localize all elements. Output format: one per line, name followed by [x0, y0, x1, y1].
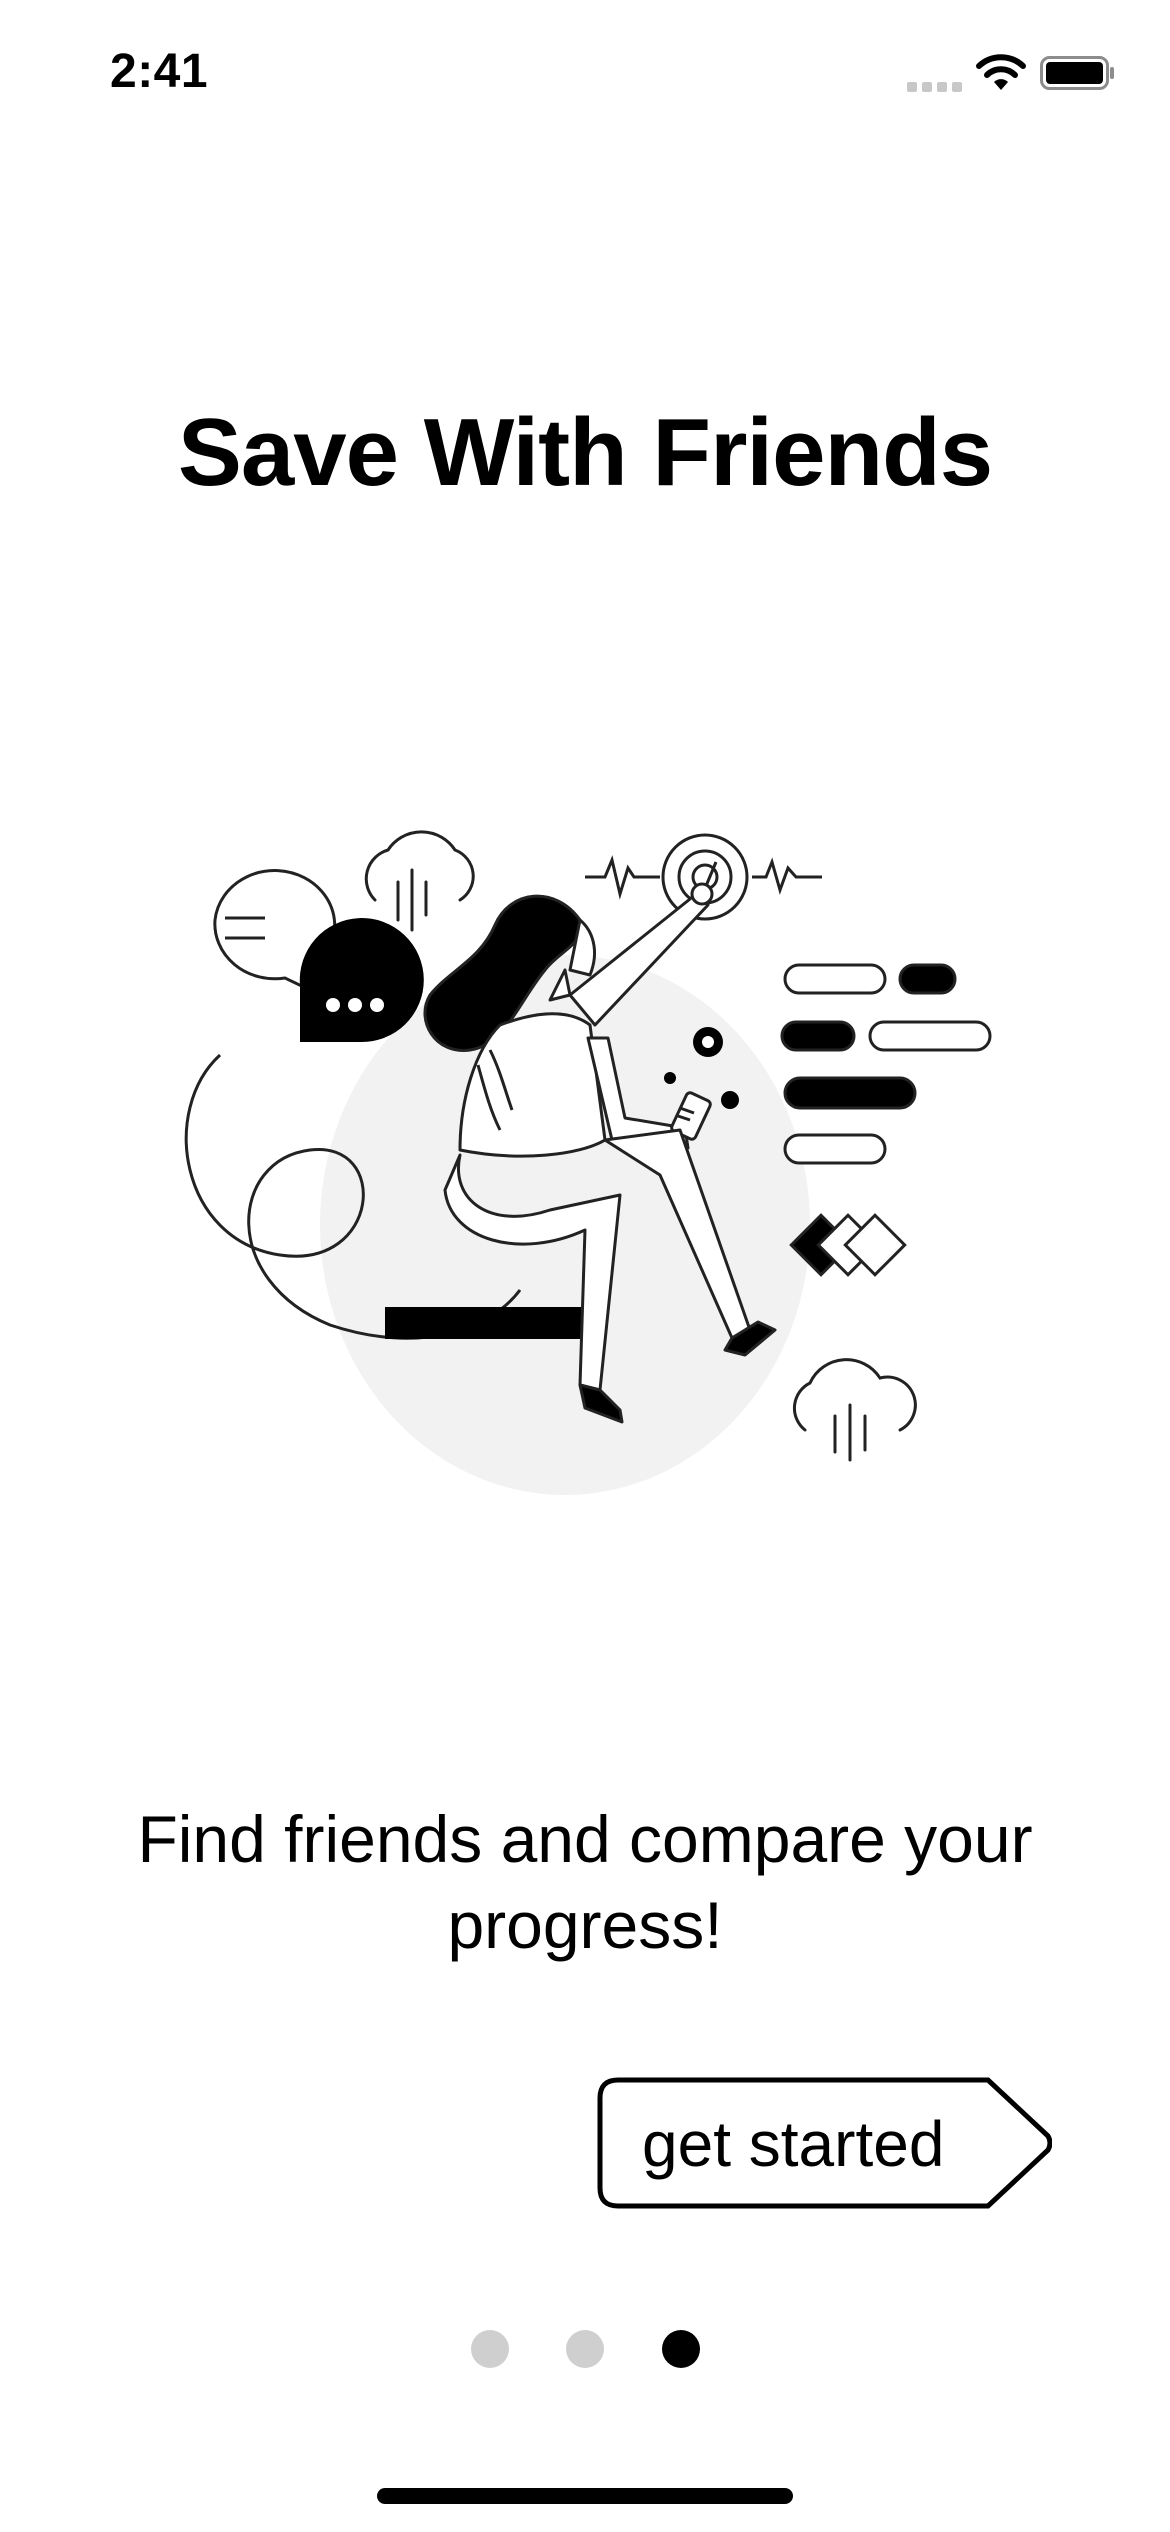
- status-bar: 2:41: [0, 0, 1170, 150]
- get-started-button[interactable]: get started: [596, 2076, 1052, 2210]
- status-time: 2:41: [110, 45, 209, 98]
- get-started-label: get started: [642, 2108, 945, 2180]
- battery-icon: [1040, 56, 1114, 90]
- page-dot-2[interactable]: [566, 2330, 604, 2368]
- signal-icon: [907, 82, 962, 92]
- home-indicator[interactable]: [377, 2488, 793, 2504]
- wifi-icon: [976, 54, 1026, 90]
- page-title: Save With Friends: [177, 399, 993, 506]
- page-description: Find friends and compare your progress!: [137, 1802, 1033, 1962]
- woman-with-phone-illustration: [184, 830, 992, 1495]
- page-dot-1[interactable]: [471, 2330, 509, 2368]
- cloud-icon-small: [792, 1358, 917, 1462]
- bench: [385, 1307, 590, 1339]
- cloud-icon: [364, 830, 475, 932]
- page-indicator: [0, 2330, 1170, 2370]
- page-dot-3[interactable]: [662, 2330, 700, 2368]
- chat-bubble-icon: [213, 869, 424, 1043]
- pill-bars: [780, 963, 992, 1165]
